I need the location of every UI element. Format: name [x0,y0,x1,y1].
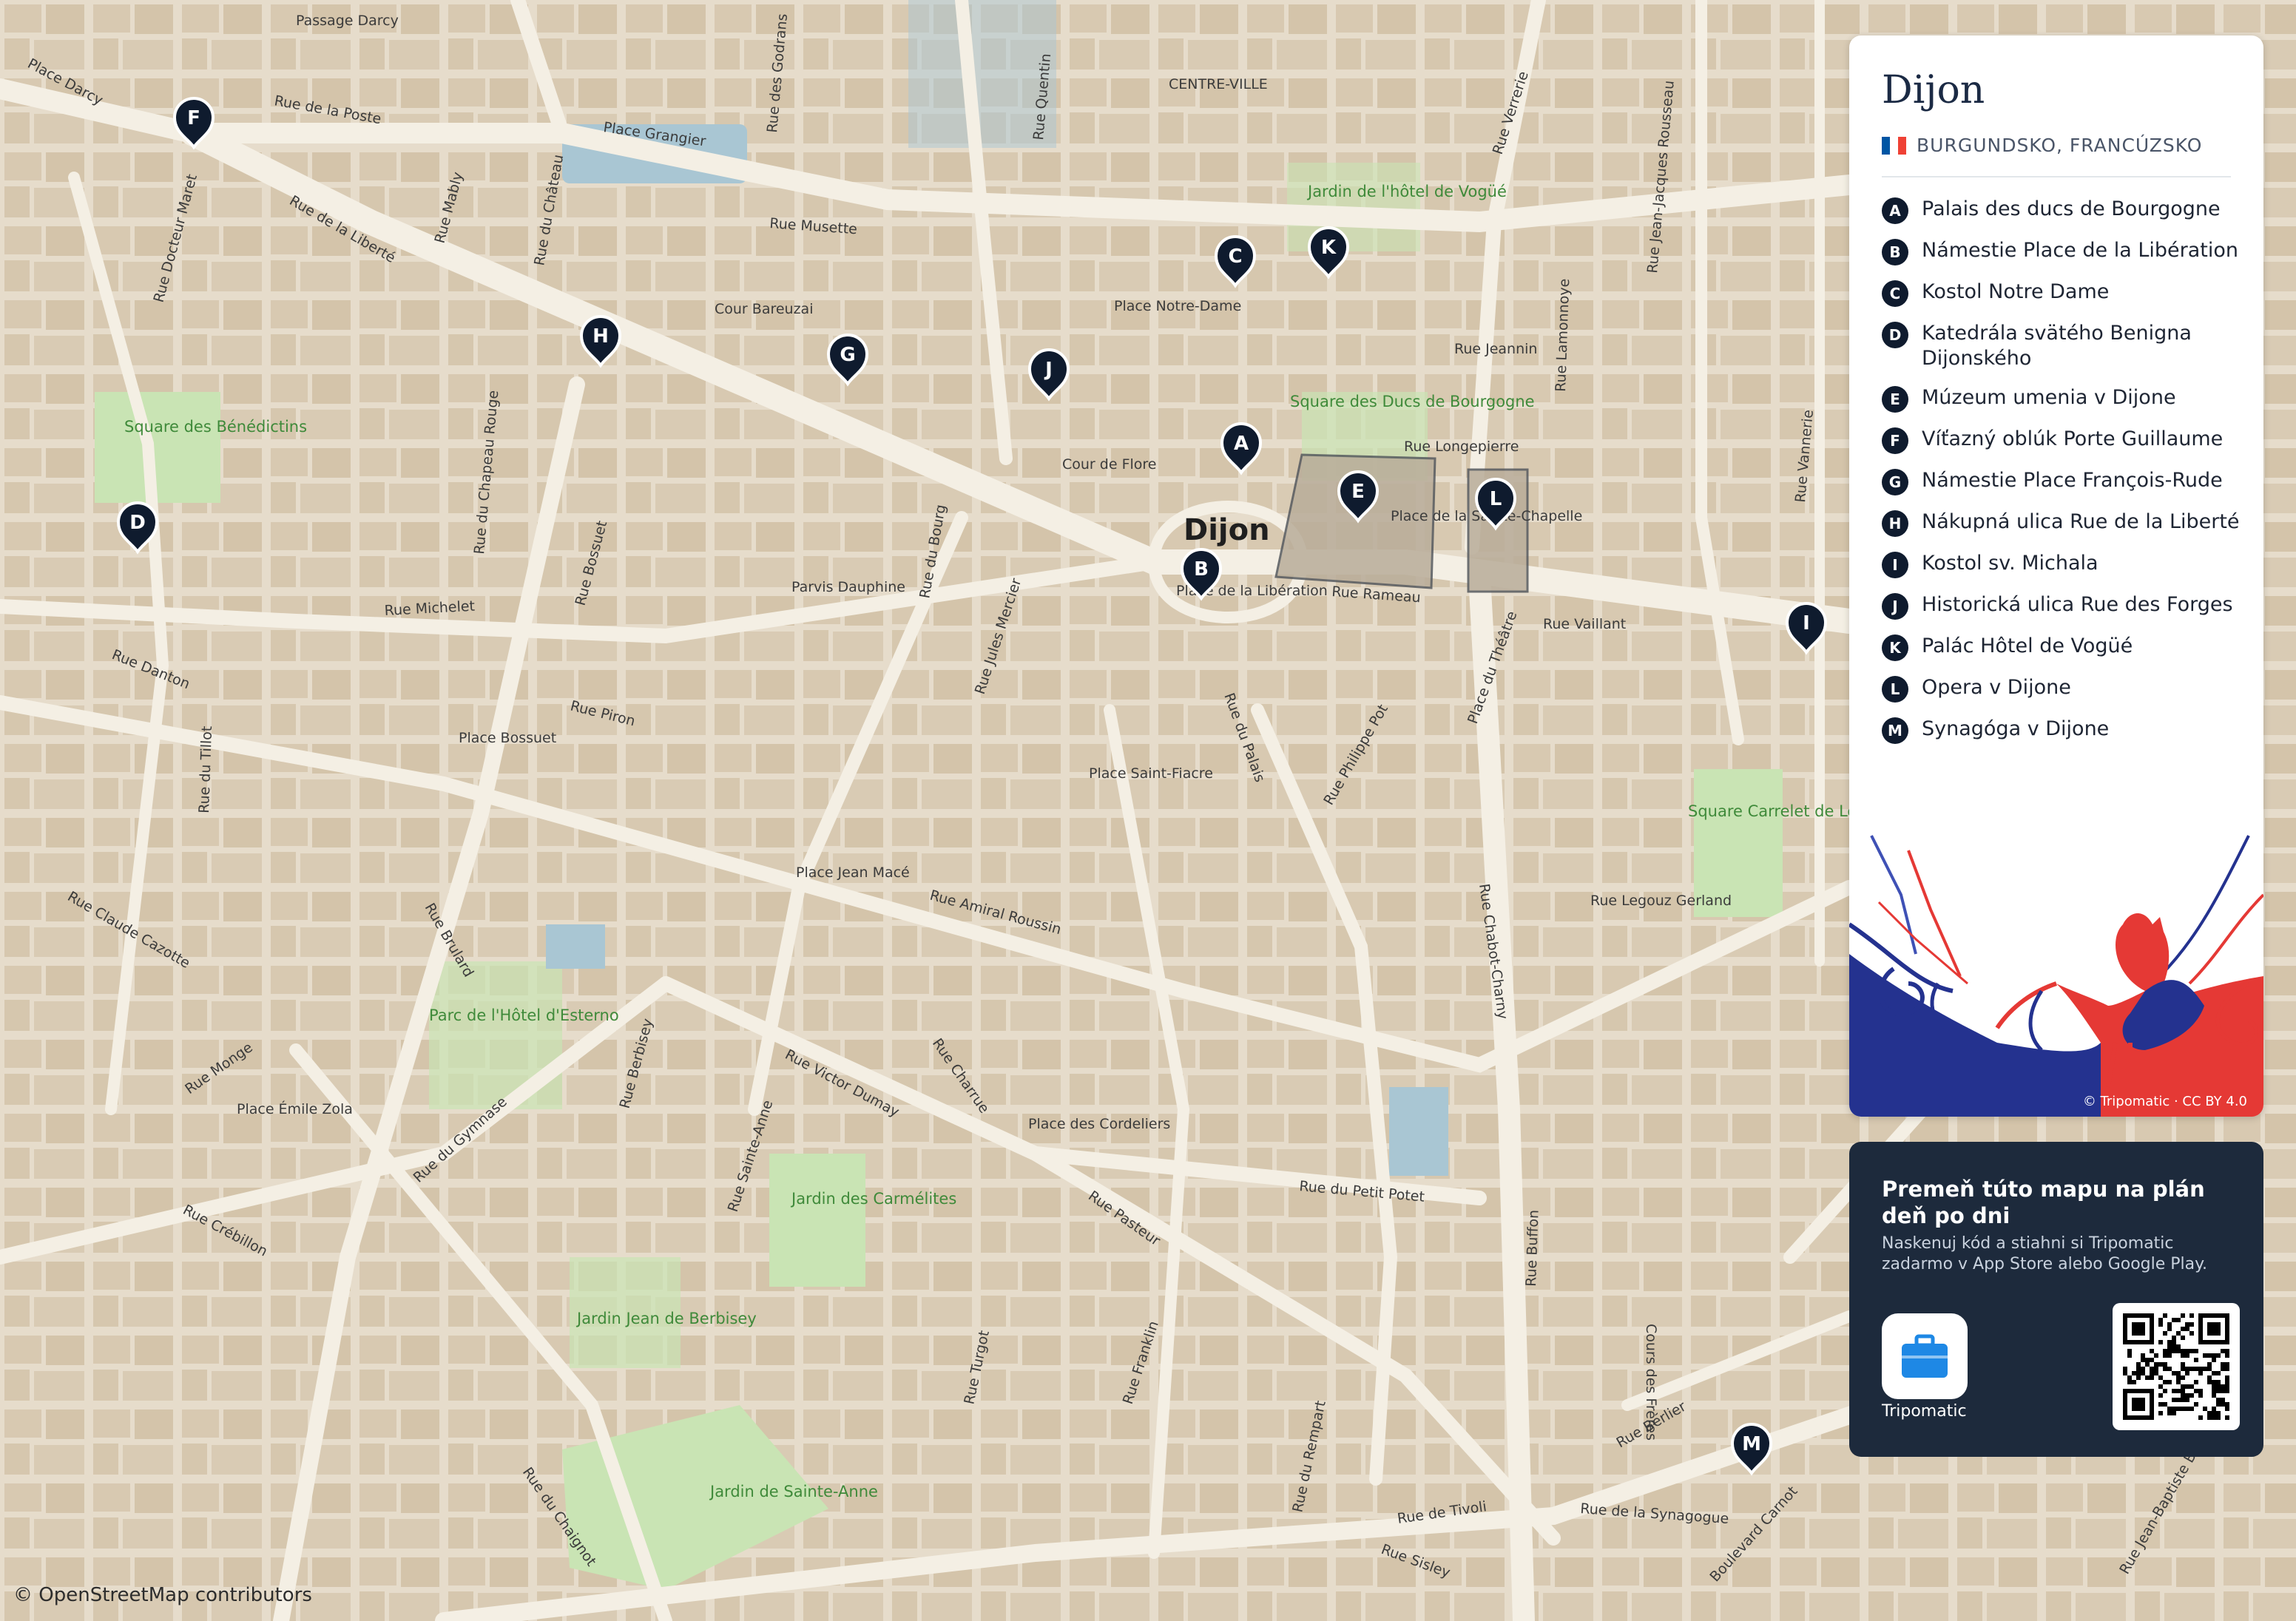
svg-text:Place Notre-Dame: Place Notre-Dame [1114,298,1241,314]
poi-item-b[interactable]: B Námestie Place de la Libération [1882,238,2244,265]
svg-text:Square des Bénédictins: Square des Bénédictins [124,418,307,436]
poi-name: Opera v Dijone [1922,676,2071,699]
poi-name: Víťazný oblúk Porte Guillaume [1922,427,2224,450]
poi-badge: C [1882,280,1908,307]
svg-text:Passage Darcy: Passage Darcy [296,13,399,29]
promo-text: Naskenuj kód a stiahni si Tripomatic zad… [1882,1234,2207,1273]
pin-letter: I [1803,612,1810,634]
panel-divider [1882,176,2231,177]
svg-text:Rue Longepierre: Rue Longepierre [1404,439,1519,455]
svg-text:Dijon: Dijon [1184,513,1270,547]
poi-badge: I [1882,552,1908,578]
app-name: Tripomatic [1882,1402,1967,1421]
svg-text:Jardin Jean de Berbisey: Jardin Jean de Berbisey [575,1310,757,1327]
app-promo: Premeň túto mapu na plán deň po dni Nask… [1849,1142,2263,1457]
svg-text:Place des Cordeliers: Place des Cordeliers [1028,1116,1170,1132]
svg-text:Rue Legouz Gerland: Rue Legouz Gerland [1590,893,1732,909]
france-flag-icon [1882,136,1906,155]
poi-badge: M [1882,717,1908,744]
poi-name: Námestie Place François-Rude [1922,469,2223,492]
poi-item-a[interactable]: A Palais des ducs de Bourgogne [1882,197,2244,224]
poi-badge: B [1882,239,1908,265]
poi-badge: H [1882,510,1908,537]
poi-list: A Palais des ducs de Bourgogne B Námestie P… [1882,197,2244,758]
pin-letter: F [187,107,200,129]
svg-text:CENTRE-VILLE: CENTRE-VILLE [1169,76,1268,92]
poi-item-k[interactable]: K Palác Hôtel de Vogüé [1882,634,2244,661]
pin-letter: K [1321,237,1337,259]
pin-letter: E [1351,481,1365,503]
panel-title: Dijon [1882,68,1985,112]
poi-item-f[interactable]: F Víťazný oblúk Porte Guillaume [1882,427,2244,454]
qr-code[interactable] [2113,1303,2240,1430]
svg-text:Rue Jeannin: Rue Jeannin [1454,341,1537,357]
city-label: Dijon [1184,513,1270,547]
poi-badge: G [1882,469,1908,495]
region-label: BURGUNDSKO, FRANCÚZSKO [1917,135,2203,156]
poi-name: Kostol Notre Dame [1922,280,2110,303]
pin-letter: G [840,344,855,366]
panel-subtitle: BURGUNDSKO, FRANCÚZSKO [1882,135,2202,156]
suitcase-icon [1902,1334,1948,1378]
poi-name: Kostol sv. Michala [1922,552,2099,575]
svg-text:Place Jean Macé: Place Jean Macé [796,864,910,881]
poi-badge: F [1882,427,1908,454]
poi-item-e[interactable]: E Múzeum umenia v Dijone [1882,385,2244,413]
poi-item-h[interactable]: H Nákupná ulica Rue de la Liberté [1882,510,2244,537]
poi-badge: L [1882,676,1908,703]
poi-item-l[interactable]: L Opera v Dijone [1882,675,2244,703]
poi-name: Synagóga v Dijone [1922,717,2110,740]
district-label: CENTRE-VILLE [1169,76,1268,92]
tripomatic-app-icon[interactable] [1882,1313,1968,1399]
poi-badge: A [1882,197,1908,224]
poi-name: Historická ulica Rue des Forges [1922,593,2233,616]
svg-text:Place Émile Zola: Place Émile Zola [237,1100,353,1117]
svg-text:Rue du Tillot: Rue du Tillot [196,725,215,813]
pin-letter: H [592,325,609,348]
svg-text:Cour de Flore: Cour de Flore [1062,456,1157,473]
poi-name: Múzeum umenia v Dijone [1922,386,2176,409]
pin-letter: M [1742,1433,1761,1455]
poi-item-j[interactable]: J Historická ulica Rue des Forges [1882,592,2244,620]
svg-text:Square des Ducs de Bourgogne: Square des Ducs de Bourgogne [1290,393,1535,410]
svg-text:Parvis Dauphine: Parvis Dauphine [791,579,905,595]
osm-attribution[interactable]: © OpenStreetMap contributors [13,1584,312,1606]
svg-text:Place Saint-Fiacre: Place Saint-Fiacre [1089,765,1213,782]
poi-item-m[interactable]: M Synagóga v Dijone [1882,717,2244,744]
poi-name: Katedrála svätého Benigna Dijonského [1922,322,2192,370]
pin-letter: D [129,512,146,534]
poi-badge: K [1882,634,1908,661]
svg-text:Jardin de Sainte-Anne: Jardin de Sainte-Anne [709,1483,878,1500]
poi-item-c[interactable]: C Kostol Notre Dame [1882,280,2244,307]
svg-text:Jardin de l'hôtel de Vogüé: Jardin de l'hôtel de Vogüé [1306,183,1507,200]
poi-badge: E [1882,386,1908,413]
promo-heading: Premeň túto mapu na plán deň po dni [1882,1177,2205,1228]
side-panel: Dijon BURGUNDSKO, FRANCÚZSKO A Palais des… [1849,35,2263,1117]
poi-name: Nákupná ulica Rue de la Liberté [1922,510,2240,533]
svg-text:Cours des Frères: Cours des Frères [1643,1324,1659,1441]
poi-name: Palais des ducs de Bourgogne [1922,197,2221,220]
rooster-illustration [1849,835,2263,1117]
pin-letter: L [1490,488,1502,510]
poi-badge: J [1882,593,1908,620]
pin-letter: J [1044,359,1053,381]
art-credit: © Tripomatic · CC BY 4.0 [2082,1094,2247,1109]
poi-item-g[interactable]: G Námestie Place François-Rude [1882,468,2244,495]
svg-text:Rue Vaillant: Rue Vaillant [1543,616,1626,632]
poi-badge: D [1882,322,1908,348]
poi-name: Palác Hôtel de Vogüé [1922,634,2133,657]
svg-text:Place Bossuet: Place Bossuet [459,730,556,746]
poi-item-d[interactable]: D Katedrála svätého Benigna Dijonského [1882,321,2244,371]
svg-text:Jardin des Carmélites: Jardin des Carmélites [790,1190,956,1208]
pin-letter: C [1228,246,1242,268]
svg-text:Rue Buffon: Rue Buffon [1523,1210,1542,1287]
poi-item-i[interactable]: I Kostol sv. Michala [1882,551,2244,578]
poi-name: Námestie Place de la Libération [1922,239,2238,262]
svg-text:Cour Bareuzai: Cour Bareuzai [715,301,813,317]
pin-letter: A [1234,433,1249,455]
pin-letter: B [1194,558,1209,581]
svg-text:Parc de l'Hôtel d'Esterno: Parc de l'Hôtel d'Esterno [429,1006,619,1024]
